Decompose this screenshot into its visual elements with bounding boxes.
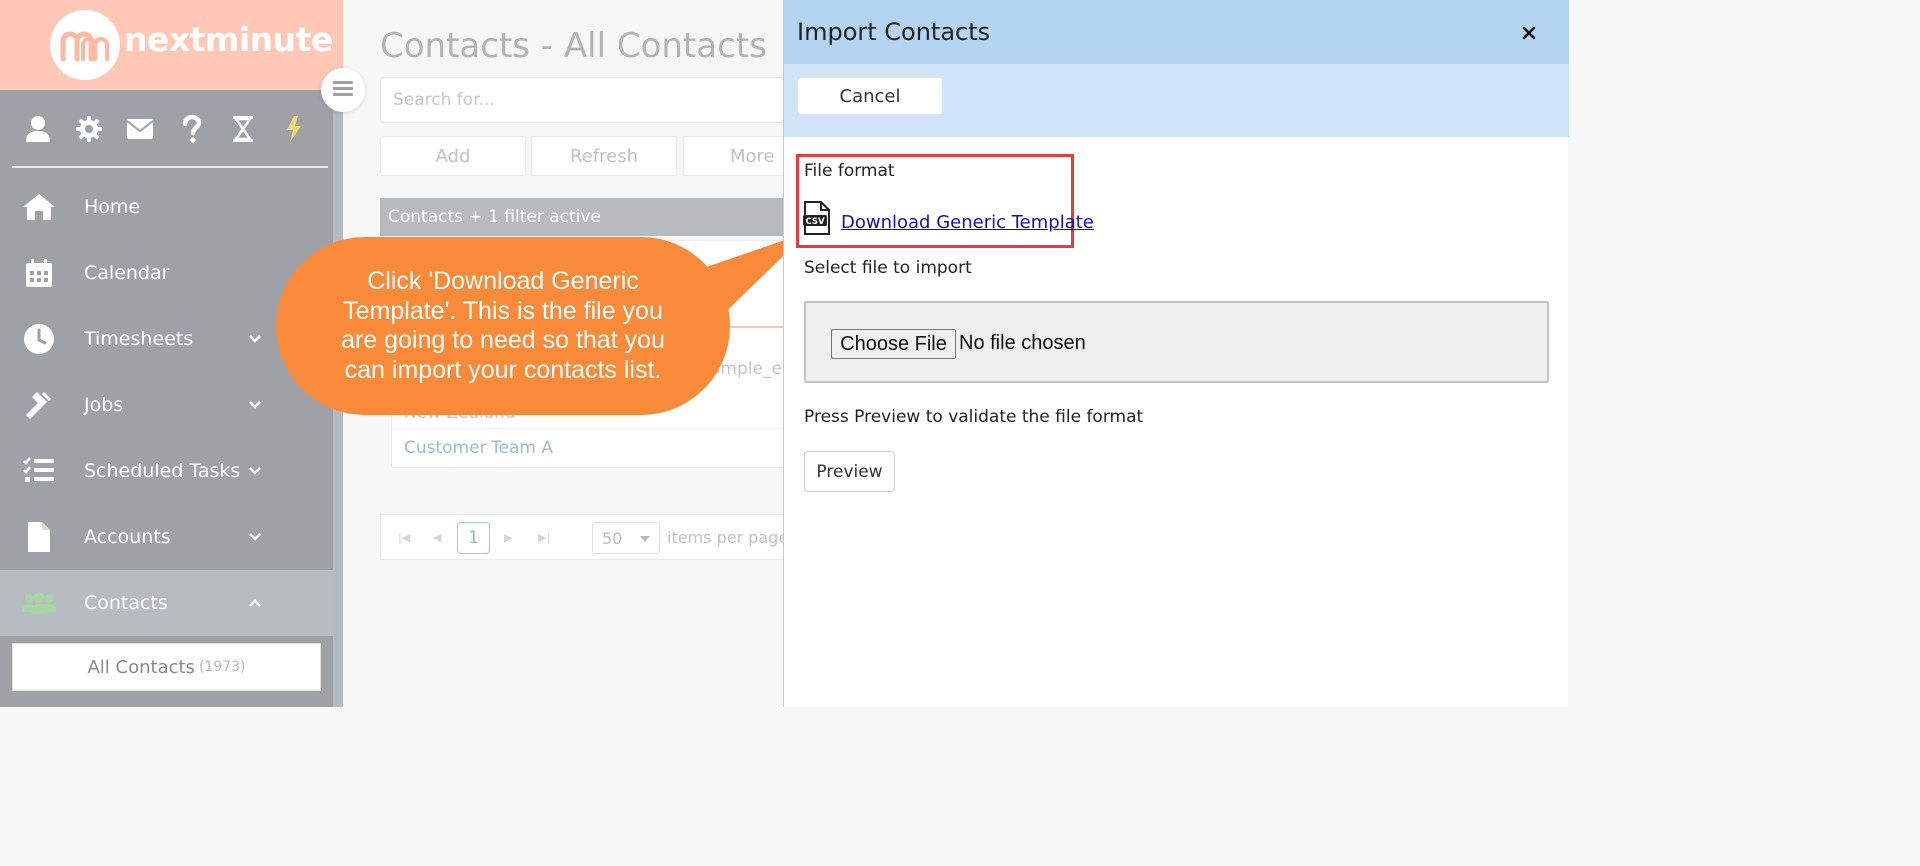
sidebar-item-label: Jobs: [84, 394, 124, 416]
logo-bar: nextminute: [0, 0, 343, 90]
subitem-count: (1973): [198, 659, 246, 675]
menu-toggle-button[interactable]: [321, 68, 365, 112]
chevron-down-icon: [246, 462, 264, 480]
panel-title: Import Contacts: [797, 18, 991, 46]
caret-down-icon: [640, 536, 650, 542]
panel-toolbar: Cancel: [784, 64, 1569, 137]
sidebar-divider: [12, 166, 328, 168]
page-size-value: 50: [602, 528, 623, 548]
sidebar-item-scheduled-tasks[interactable]: Scheduled Tasks: [0, 438, 333, 504]
csv-file-icon: CSV: [802, 201, 832, 235]
contact-tag[interactable]: Customer: [404, 438, 487, 458]
chevron-up-icon: [246, 594, 264, 612]
envelope-icon[interactable]: [125, 114, 155, 144]
chevron-down-icon: [246, 528, 264, 546]
more-label: More: [730, 145, 775, 167]
first-page-icon[interactable]: |◀: [398, 531, 410, 544]
file-format-label: File format: [804, 161, 895, 181]
svg-text:CSV: CSV: [805, 217, 825, 227]
sidebar-item-label: Contacts: [84, 592, 168, 614]
filter-bar[interactable]: Contacts + 1 filter active: [380, 198, 800, 236]
refresh-button[interactable]: Refresh: [531, 136, 677, 176]
download-template-link[interactable]: Download Generic Template: [841, 212, 1094, 233]
prev-page-icon[interactable]: ◀: [433, 531, 441, 544]
sidebar-item-label: Scheduled Tasks: [84, 460, 241, 482]
logo-text: nextminute: [124, 20, 333, 59]
logo-mark[interactable]: [50, 10, 120, 80]
sidebar-item-home[interactable]: Home: [0, 174, 333, 240]
card-separator: [392, 428, 792, 429]
choose-file-button[interactable]: Choose File: [831, 329, 956, 359]
gear-icon[interactable]: [74, 114, 104, 144]
no-file-text: No file chosen: [959, 332, 1086, 354]
last-page-icon[interactable]: ▶|: [538, 531, 550, 544]
preview-button[interactable]: Preview: [804, 451, 895, 492]
file-input-area: Choose File No file chosen: [804, 301, 1549, 383]
question-icon[interactable]: [177, 114, 207, 144]
preview-hint: Press Preview to validate the file forma…: [804, 407, 1144, 427]
import-contacts-panel: Import Contacts Cancel File format CSV D…: [783, 0, 1569, 707]
hamburger-icon: [332, 79, 354, 101]
sidebar-top-icons: [12, 104, 328, 154]
subitem-label: All Contacts: [87, 656, 195, 678]
hourglass-icon[interactable]: [228, 114, 258, 144]
user-icon[interactable]: [23, 114, 53, 144]
sidebar-item-label: Home: [84, 196, 141, 218]
home-icon: [22, 190, 56, 224]
close-button[interactable]: [1518, 22, 1540, 44]
page-number[interactable]: 1: [457, 522, 490, 554]
chevron-down-icon: [246, 396, 264, 414]
calendar-icon: [22, 256, 56, 290]
sidebar-item-label: Accounts: [84, 526, 171, 548]
sidebar-subitem-all-contacts[interactable]: All Contacts (1973): [12, 643, 321, 691]
sidebar-item-label: Timesheets: [84, 328, 194, 350]
sidebar-item-jobs[interactable]: Jobs: [0, 372, 333, 438]
contact-tag[interactable]: Team A: [491, 438, 553, 458]
pagination: |◀ ◀ 1 ▶ ▶| 50 items per page: [380, 514, 800, 560]
select-file-label: Select file to import: [804, 258, 972, 278]
add-button[interactable]: Add: [380, 136, 526, 176]
document-icon: [22, 520, 56, 554]
tutorial-callout: Click 'Download Generic Template'. This …: [276, 237, 730, 415]
chevron-down-icon: [246, 330, 264, 348]
bolt-icon[interactable]: [279, 114, 309, 144]
search-input[interactable]: Search for...: [380, 77, 800, 123]
page-size-label: items per page: [667, 528, 789, 547]
sidebar-item-label: Calendar: [84, 262, 170, 284]
cancel-button[interactable]: Cancel: [797, 77, 943, 115]
sidebar-item-accounts[interactable]: Accounts: [0, 504, 333, 570]
next-page-icon[interactable]: ▶: [504, 531, 512, 544]
sidebar-item-contacts[interactable]: Contacts: [0, 570, 333, 636]
page-size-select[interactable]: 50: [592, 522, 660, 554]
clock-icon: [22, 322, 56, 356]
hammer-icon: [22, 388, 56, 422]
page-title: Contacts - All Contacts: [380, 26, 767, 66]
panel-header: Import Contacts: [784, 0, 1569, 64]
close-icon: [1522, 26, 1536, 40]
tasks-icon: [22, 454, 56, 488]
users-icon: [22, 586, 56, 620]
